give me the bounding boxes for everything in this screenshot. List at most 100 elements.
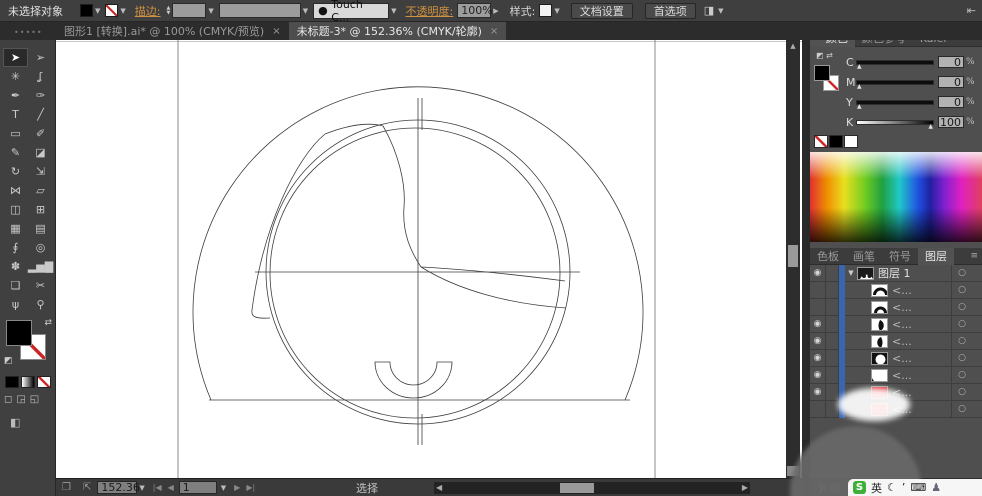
tab-brushes[interactable]: 画笔 (846, 248, 882, 265)
black-slider[interactable]: ▲ (856, 120, 934, 125)
fill-color-swatch[interactable] (80, 4, 93, 17)
opacity-value[interactable]: 100% (457, 3, 491, 18)
draw-behind-icon[interactable]: ◲ (16, 394, 25, 405)
ime-punctuation-icon[interactable]: ’ (902, 481, 906, 494)
layer-visibility-icon[interactable]: ◉ (810, 265, 826, 282)
direct-selection-tool[interactable]: ➢ (28, 48, 53, 67)
preferences-button[interactable]: 首选项 (645, 3, 696, 19)
ime-person-icon[interactable]: ♟ (931, 481, 941, 494)
black-value[interactable]: 100 (938, 116, 964, 128)
sublayer-5-label[interactable]: <... (892, 352, 912, 365)
sublayer-4-thumbnail-leaf[interactable] (871, 335, 888, 348)
ime-toolbar[interactable]: S 英 ☾ ’ ⌨ ♟ (848, 479, 982, 496)
select-similar-icon[interactable]: ◨ (704, 4, 714, 17)
sublayer-6-label[interactable]: <... (892, 369, 912, 382)
cyan-value[interactable]: 0 (938, 56, 964, 68)
document-tab-1[interactable]: 图形1 [转换].ai* @ 100% (CMYK/预览) × (56, 22, 289, 40)
style-dropdown-arrow[interactable]: ▼ (554, 7, 559, 15)
magenta-value[interactable]: 0 (938, 76, 964, 88)
last-artboard-icon[interactable]: ▶| (246, 483, 255, 492)
stroke-width-dropdown-arrow[interactable]: ▼ (208, 7, 213, 15)
toolbar-dock-grip[interactable]: ••••• (14, 28, 43, 37)
width-tool[interactable]: ⋈ (3, 181, 28, 200)
sublayer-row-5[interactable]: ◉ <... ○ (810, 350, 982, 367)
document-setup-button[interactable]: 文档设置 (571, 3, 633, 19)
sublayer-1-visibility[interactable] (810, 282, 826, 299)
layer-row-header[interactable]: ◉ ▼ 图层 1 ○ (810, 265, 982, 282)
hand-tool[interactable]: ψ (3, 295, 28, 314)
horizontal-scrollbar[interactable]: ◀ ▶ (434, 482, 750, 494)
stroke-dropdown-arrow[interactable]: ▼ (120, 7, 125, 15)
color-spectrum[interactable] (810, 152, 982, 242)
document-tab-1-close-icon[interactable]: × (272, 26, 280, 37)
ime-moon-icon[interactable]: ☾ (887, 481, 897, 494)
eyedropper-tool[interactable]: ∮ (3, 238, 28, 257)
zoom-dropdown-arrow[interactable]: ▼ (139, 484, 144, 492)
gradient-button[interactable] (21, 376, 35, 388)
cyan-slider[interactable]: ▲ (856, 60, 934, 65)
swatch-white[interactable] (844, 135, 858, 148)
mini-fill-swatch[interactable] (814, 65, 830, 81)
yellow-slider[interactable]: ▲ (856, 100, 934, 105)
layer-target-icon[interactable]: ○ (958, 268, 966, 278)
gradient-tool[interactable]: ▤ (28, 219, 53, 238)
layer-expand-icon[interactable]: ▼ (845, 269, 857, 277)
artboard-dropdown-arrow[interactable]: ▼ (221, 484, 226, 492)
zoom-tool[interactable]: ⚲ (28, 295, 53, 314)
sublayer-7-visibility[interactable]: ◉ (810, 384, 826, 401)
screen-mode-icon[interactable]: ◧ (10, 416, 20, 429)
width-profile-select[interactable] (219, 3, 301, 18)
pencil-tool[interactable]: ✎ (3, 143, 28, 162)
sublayer-2-thumbnail-arc[interactable] (871, 301, 888, 314)
ime-logo-icon[interactable]: S (853, 481, 866, 494)
fill-dropdown-arrow[interactable]: ▼ (95, 7, 100, 15)
mini-swap-icon[interactable]: ◩ ⇄ (816, 51, 833, 60)
shape-builder-tool[interactable]: ◫ (3, 200, 28, 219)
brush-definition-select[interactable]: ● Touch C... (313, 3, 389, 19)
next-artboard-icon[interactable]: ▶ (234, 483, 240, 492)
swatch-black[interactable] (829, 135, 843, 148)
sublayer-row-1[interactable]: <... ○ (810, 282, 982, 299)
scale-tool[interactable]: ⇲ (28, 162, 53, 181)
sublayer-1-label[interactable]: <... (892, 284, 912, 297)
select-similar-dropdown-arrow[interactable]: ▼ (718, 7, 723, 15)
ime-keyboard-icon[interactable]: ⌨ (910, 481, 926, 494)
none-button[interactable] (37, 376, 51, 388)
sublayer-3-label[interactable]: <... (892, 318, 912, 331)
sublayer-row-3[interactable]: ◉ <... ○ (810, 316, 982, 333)
line-segment-tool[interactable]: ╱ (28, 105, 53, 124)
sublayer-3-visibility[interactable]: ◉ (810, 316, 826, 333)
document-tab-2[interactable]: 未标题-3* @ 152.36% (CMYK/轮廓) × (289, 22, 507, 40)
width-profile-dropdown-arrow[interactable]: ▼ (303, 7, 308, 15)
lasso-tool[interactable]: ʆ (28, 67, 53, 86)
sublayer-6-thumbnail-dome[interactable] (871, 369, 888, 382)
tab-swatches[interactable]: 色板 (810, 248, 846, 265)
scroll-right-arrow-icon[interactable]: ▶ (742, 483, 748, 492)
magenta-slider-thumb[interactable]: ▲ (857, 83, 862, 90)
cyan-slider-thumb[interactable]: ▲ (857, 63, 862, 70)
opacity-dropdown-arrow[interactable]: ▶ (493, 7, 498, 15)
rotate-tool[interactable]: ↻ (3, 162, 28, 181)
paintbrush-tool[interactable]: ✐ (28, 124, 53, 143)
stroke-panel-link[interactable]: 描边: (135, 3, 161, 19)
sublayer-3-thumbnail-leaf[interactable] (871, 318, 888, 331)
stroke-color-swatch[interactable] (105, 4, 118, 17)
style-swatch[interactable] (539, 4, 552, 17)
sublayer-5-thumbnail-circle[interactable] (871, 352, 888, 365)
yellow-value[interactable]: 0 (938, 96, 964, 108)
sublayer-row-6[interactable]: ◉ <... ○ (810, 367, 982, 384)
scroll-up-arrow-icon[interactable]: ▲ (786, 42, 800, 50)
selection-tool[interactable]: ➤ (3, 48, 28, 67)
free-transform-tool[interactable]: ▱ (28, 181, 53, 200)
column-graph-tool[interactable]: ▂▅▇ (28, 257, 53, 276)
swap-fill-stroke-icon[interactable]: ⇄ (44, 318, 52, 328)
slice-tool[interactable]: ✂ (28, 276, 53, 295)
stroke-width-value[interactable] (172, 3, 206, 18)
canvas-area[interactable]: ▲ (56, 40, 802, 478)
fill-proxy-swatch[interactable] (6, 320, 32, 346)
brush-dropdown-arrow[interactable]: ▼ (391, 7, 396, 15)
magic-wand-tool[interactable]: ✳ (3, 67, 28, 86)
opacity-panel-link[interactable]: 不透明度: (406, 3, 454, 19)
artboard-number-select[interactable]: 1 (179, 481, 217, 494)
sublayer-4-label[interactable]: <... (892, 335, 912, 348)
